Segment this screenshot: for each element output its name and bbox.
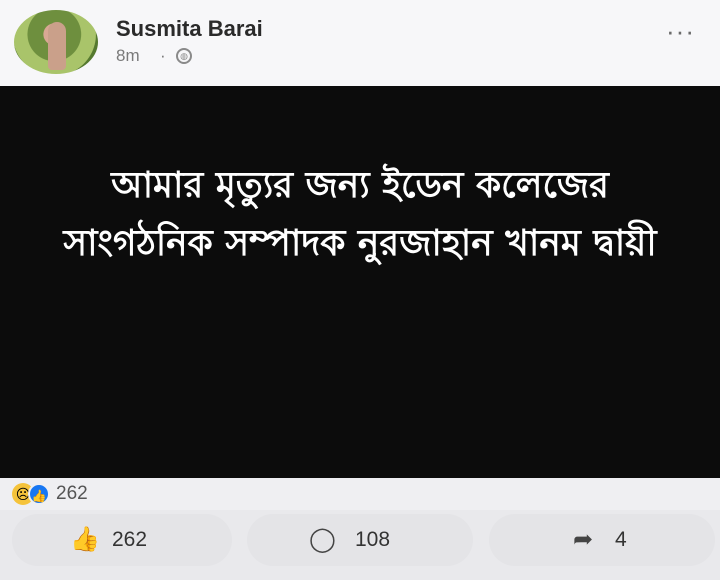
thumbs-up-icon: 👍: [70, 526, 100, 553]
post-time[interactable]: 8m: [116, 46, 140, 66]
post-image-text-line1: আমার মৃত্যুর জন্য ইডেন কলেজের: [111, 165, 609, 206]
share-arrow-icon: ➦: [573, 526, 594, 553]
post-header: Susmita Barai 8m · ◍ ···: [0, 0, 720, 86]
author-name[interactable]: Susmita Barai: [116, 16, 263, 42]
comment-button[interactable]: ◯ 108: [247, 514, 473, 566]
more-options-button[interactable]: ···: [666, 16, 695, 47]
like-reaction-icon: 👍: [28, 483, 50, 505]
avatar[interactable]: [14, 10, 98, 74]
reaction-count[interactable]: 262: [56, 483, 88, 505]
comment-icon: ◯: [309, 526, 336, 553]
share-button[interactable]: ➦ 4: [489, 514, 715, 566]
like-button[interactable]: 👍 262: [12, 514, 232, 566]
like-count: 262: [112, 528, 148, 551]
comment-count: 108: [355, 528, 391, 551]
post-image[interactable]: [0, 86, 720, 478]
globe-icon: ◍: [176, 48, 192, 64]
meta-separator: ·: [160, 46, 166, 65]
reaction-summary[interactable]: [0, 478, 720, 510]
post-image-text-line2: সাংগঠনিক সম্পাদক নুরজাহান খানম দ্বায়ী: [63, 223, 657, 264]
avatar-figure: [48, 22, 66, 70]
share-count: 4: [615, 528, 627, 551]
